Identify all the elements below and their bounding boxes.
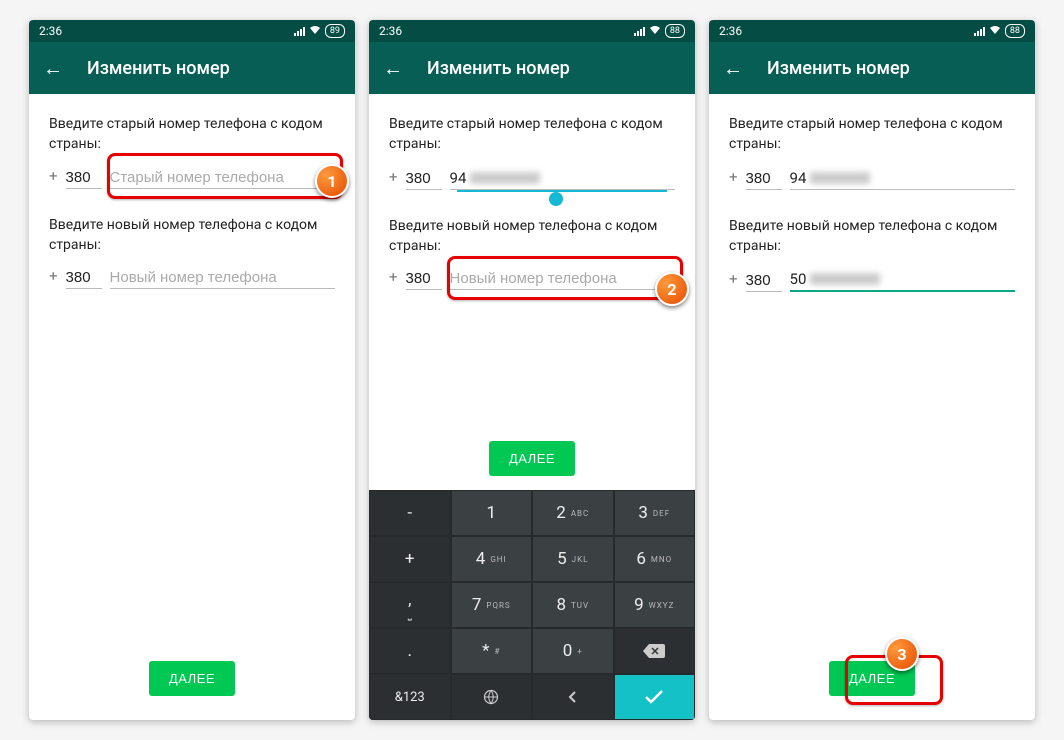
- old-number-prefix: 94: [450, 169, 467, 187]
- key-4[interactable]: 4GHI: [451, 536, 533, 582]
- appbar-title: Изменить номер: [87, 58, 230, 79]
- plus-sign: +: [729, 168, 738, 190]
- back-icon[interactable]: ←: [383, 56, 403, 81]
- new-number-blur: [810, 273, 880, 285]
- status-bar: 2:36 88: [709, 20, 1035, 42]
- old-number-row: + 94: [389, 167, 675, 190]
- key-1[interactable]: 1: [451, 490, 533, 536]
- new-number-input[interactable]: 50: [790, 268, 1015, 292]
- wifi-icon: [649, 25, 661, 38]
- new-number-row: +: [49, 267, 335, 289]
- key-lang[interactable]: [451, 674, 533, 720]
- status-bar: 2:36 89: [29, 20, 355, 42]
- key-symbols[interactable]: &123: [369, 674, 451, 720]
- status-icons: 88: [974, 24, 1025, 38]
- screen-3: 2:36 88 ← Изменить номер Введите старый …: [709, 20, 1035, 720]
- plus-sign: +: [49, 267, 58, 289]
- new-number-label: Введите новый номер телефона с кодом стр…: [49, 215, 335, 256]
- key-comma[interactable]: ,⎵: [369, 582, 451, 628]
- key-3[interactable]: 3DEF: [614, 490, 696, 536]
- key-dot[interactable]: .: [369, 628, 451, 674]
- key-left[interactable]: [532, 674, 614, 720]
- old-number-input[interactable]: 94: [790, 167, 1015, 190]
- old-number-label: Введите старый номер телефона с кодом ст…: [729, 114, 1015, 155]
- new-number-row: +: [389, 268, 675, 290]
- new-number-label: Введите новый номер телефона с кодом стр…: [389, 216, 675, 257]
- key-backspace[interactable]: [614, 628, 696, 674]
- appbar-title: Изменить номер: [767, 58, 910, 79]
- status-icons: 88: [634, 24, 685, 38]
- old-number-label: Введите старый номер телефона с кодом ст…: [49, 114, 335, 155]
- new-country-code-input[interactable]: [406, 268, 442, 290]
- appbar-title: Изменить номер: [427, 58, 570, 79]
- next-button[interactable]: ДАЛЕЕ: [149, 661, 235, 696]
- status-icons: 89: [294, 24, 345, 38]
- battery-icon: 88: [665, 24, 685, 38]
- new-number-row: + 50: [729, 268, 1015, 292]
- new-country-code-input[interactable]: [746, 270, 782, 292]
- key-9[interactable]: 9WXYZ: [614, 582, 696, 628]
- app-bar: ← Изменить номер: [29, 42, 355, 94]
- key-star[interactable]: *#: [451, 628, 533, 674]
- key-6[interactable]: 6MNO: [614, 536, 696, 582]
- key-done[interactable]: [614, 674, 696, 720]
- status-bar: 2:36 88: [369, 20, 695, 42]
- wifi-icon: [309, 25, 321, 38]
- old-country-code-input[interactable]: [406, 168, 442, 190]
- status-time: 2:36: [379, 24, 402, 38]
- numeric-keypad: - 1 2ABC 3DEF + 4GHI 5JKL 6MNO ,⎵ 7PQRS …: [369, 490, 695, 720]
- old-number-prefix: 94: [790, 169, 807, 187]
- new-number-prefix: 50: [790, 270, 807, 288]
- back-icon[interactable]: ←: [43, 56, 63, 81]
- new-country-code-input[interactable]: [66, 267, 102, 289]
- app-bar: ← Изменить номер: [709, 42, 1035, 94]
- old-number-input[interactable]: 94: [450, 167, 675, 190]
- key-7[interactable]: 7PQRS: [451, 582, 533, 628]
- back-icon[interactable]: ←: [723, 56, 743, 81]
- plus-sign: +: [49, 167, 58, 189]
- battery-icon: 89: [325, 24, 345, 38]
- key-plus[interactable]: +: [369, 536, 451, 582]
- new-number-input[interactable]: [450, 268, 675, 290]
- plus-sign: +: [389, 168, 398, 190]
- next-button[interactable]: ДАЛЕЕ: [489, 441, 575, 476]
- selection-underline: [457, 190, 667, 192]
- key-0[interactable]: 0+: [532, 628, 614, 674]
- key-8[interactable]: 8TUV: [532, 582, 614, 628]
- old-country-code-input[interactable]: [66, 167, 102, 189]
- key-minus[interactable]: -: [369, 490, 451, 536]
- old-country-code-input[interactable]: [746, 168, 782, 190]
- screen-2: 2:36 88 ← Изменить номер Введите старый …: [369, 20, 695, 720]
- selection-handle[interactable]: [549, 192, 563, 206]
- plus-sign: +: [729, 270, 738, 292]
- old-number-blur: [470, 172, 540, 184]
- old-number-row: + 94: [729, 167, 1015, 190]
- plus-sign: +: [389, 268, 398, 290]
- old-number-label: Введите старый номер телефона с кодом ст…: [389, 114, 675, 155]
- new-number-label: Введите новый номер телефона с кодом стр…: [729, 216, 1015, 257]
- key-5[interactable]: 5JKL: [532, 536, 614, 582]
- screen-1: 2:36 89 ← Изменить номер Введите старый …: [29, 20, 355, 720]
- wifi-icon: [989, 25, 1001, 38]
- old-number-row: +: [49, 167, 335, 189]
- app-bar: ← Изменить номер: [369, 42, 695, 94]
- battery-icon: 88: [1005, 24, 1025, 38]
- status-time: 2:36: [39, 24, 62, 38]
- new-number-input[interactable]: [110, 267, 335, 289]
- status-time: 2:36: [719, 24, 742, 38]
- old-number-input[interactable]: [110, 167, 335, 189]
- old-number-blur: [810, 172, 870, 184]
- next-button[interactable]: ДАЛЕЕ: [829, 661, 915, 696]
- key-2[interactable]: 2ABC: [532, 490, 614, 536]
